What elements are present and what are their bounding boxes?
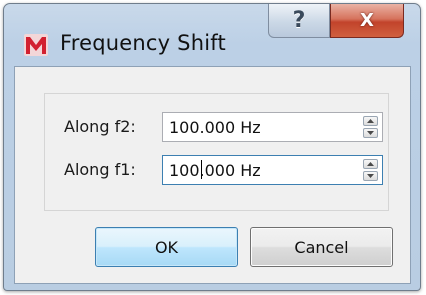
help-icon: ? bbox=[292, 8, 306, 33]
spin-down-icon[interactable] bbox=[363, 171, 378, 181]
text-caret bbox=[201, 160, 202, 179]
along-f2-spinner bbox=[363, 116, 378, 138]
frequency-group: Along f2: 100.000 Hz Along f1: 100.000 H… bbox=[44, 93, 389, 211]
along-f1-label: Along f1: bbox=[64, 160, 136, 179]
along-f2-label: Along f2: bbox=[64, 117, 136, 136]
dialog-body: Along f2: 100.000 Hz Along f1: 100.000 H… bbox=[14, 66, 411, 284]
ok-button-label: OK bbox=[154, 237, 179, 257]
along-f1-value: 100.000 Hz bbox=[169, 161, 261, 180]
cancel-button-label: Cancel bbox=[294, 237, 349, 257]
along-f2-value: 100.000 Hz bbox=[169, 118, 261, 137]
ok-button[interactable]: OK bbox=[95, 227, 238, 267]
along-f1-spinner bbox=[363, 159, 378, 181]
help-button[interactable]: ? bbox=[268, 4, 330, 38]
title-bar[interactable]: Frequency Shift ? X bbox=[4, 4, 420, 64]
along-f1-input[interactable]: 100.000 Hz bbox=[162, 155, 383, 185]
spin-up-icon[interactable] bbox=[363, 159, 378, 169]
window-title: Frequency Shift bbox=[60, 31, 226, 55]
app-logo-icon bbox=[24, 34, 48, 56]
close-button[interactable]: X bbox=[330, 4, 404, 38]
dialog-window: Frequency Shift ? X Along f2: 100.000 Hz bbox=[3, 3, 421, 291]
cancel-button[interactable]: Cancel bbox=[250, 227, 393, 267]
along-f2-input[interactable]: 100.000 Hz bbox=[162, 112, 383, 142]
spin-up-icon[interactable] bbox=[363, 116, 378, 126]
spin-down-icon[interactable] bbox=[363, 128, 378, 138]
close-icon: X bbox=[360, 10, 374, 31]
